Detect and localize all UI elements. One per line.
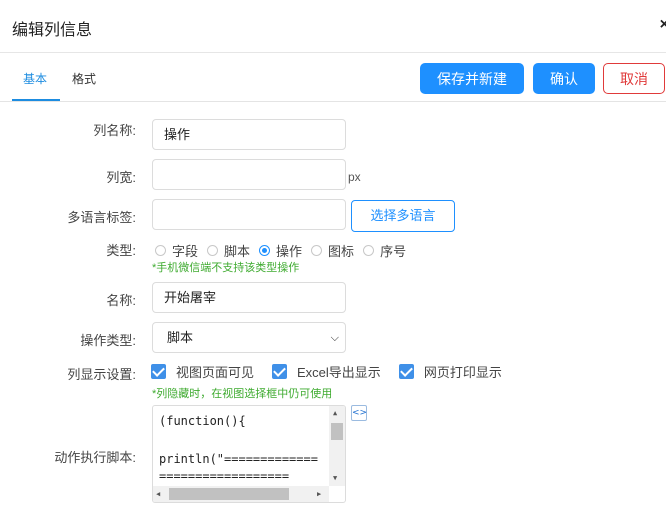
scroll-thumb[interactable] <box>331 423 343 440</box>
code-expand-icon[interactable]: <> <box>351 405 367 421</box>
scroll-down-icon[interactable]: ▼ <box>333 474 337 482</box>
checkbox-view-visible[interactable]: 视图页面可见 <box>151 362 254 381</box>
radio-icon <box>311 245 323 256</box>
scroll-thumb[interactable] <box>169 488 289 500</box>
type-hint: *手机微信端不支持该类型操作 <box>152 262 300 274</box>
script-label: 动作执行脚本: <box>54 450 136 465</box>
radio-icon <box>207 245 219 256</box>
checkbox-excel-export[interactable]: Excel导出显示 <box>272 362 381 381</box>
multilang-label: 多语言标签: <box>67 210 136 225</box>
dialog-header: 编辑列信息 × <box>0 0 666 53</box>
action-type-select[interactable]: 脚本 ⌵ <box>152 322 346 353</box>
horizontal-scrollbar[interactable]: ◀ ▶ <box>153 486 329 502</box>
script-editor[interactable]: (function(){ println("============= ====… <box>152 405 346 503</box>
name-label: 名称: <box>106 293 136 308</box>
column-width-label: 列宽: <box>106 170 136 185</box>
type-label: 类型: <box>106 243 136 258</box>
multilang-input[interactable] <box>152 199 346 230</box>
cancel-button[interactable]: 取消 <box>603 63 665 94</box>
checkbox-checked-icon <box>398 364 414 379</box>
column-width-input[interactable] <box>152 159 346 190</box>
checkbox-checked-icon <box>272 364 288 379</box>
name-input[interactable]: 开始屠宰 <box>152 282 346 313</box>
action-type-value: 脚本 <box>167 330 194 345</box>
radio-checked-icon <box>259 245 271 256</box>
scroll-up-icon[interactable]: ▲ <box>333 409 337 417</box>
scroll-right-icon[interactable]: ▶ <box>317 490 321 498</box>
tab-format[interactable]: 格式 <box>72 70 96 87</box>
dialog-title: 编辑列信息 <box>12 22 93 39</box>
chevron-down-icon: ⌵ <box>330 332 339 344</box>
active-tab-indicator <box>12 99 60 101</box>
checkbox-print-display[interactable]: 网页打印显示 <box>398 362 502 381</box>
confirm-button[interactable]: 确认 <box>533 63 595 94</box>
type-option-field[interactable]: 字段 <box>155 241 198 260</box>
close-icon[interactable]: × <box>660 16 666 34</box>
column-name-input[interactable]: 操作 <box>152 119 346 150</box>
scroll-left-icon[interactable]: ◀ <box>156 490 160 498</box>
script-line: println("============= <box>159 452 318 466</box>
type-option-action[interactable]: 操作 <box>259 241 302 260</box>
type-option-icon[interactable]: 图标 <box>311 241 354 260</box>
display-settings-label: 列显示设置: <box>67 367 136 382</box>
script-line: ================== <box>159 469 290 483</box>
type-option-serial[interactable]: 序号 <box>363 241 406 260</box>
type-option-script[interactable]: 脚本 <box>207 241 250 260</box>
checkbox-checked-icon <box>151 364 166 379</box>
tab-basic[interactable]: 基本 <box>23 70 47 87</box>
action-type-label: 操作类型: <box>80 333 136 348</box>
select-language-button[interactable]: 选择多语言 <box>351 200 455 232</box>
script-line: (function(){ <box>159 414 246 428</box>
display-checkbox-group: 视图页面可见 Excel导出显示 网页打印显示 <box>151 362 514 381</box>
save-and-new-button[interactable]: 保存并新建 <box>420 63 524 94</box>
radio-icon <box>363 245 375 256</box>
vertical-scrollbar[interactable]: ▲ ▼ <box>329 406 345 486</box>
display-hint: *列隐藏时，在视图选择框中仍可使用 <box>152 388 333 400</box>
column-name-label: 列名称: <box>93 123 136 138</box>
width-unit: px <box>348 170 361 184</box>
radio-icon <box>155 245 166 256</box>
type-radio-group: 字段 脚本 操作 图标 序号 <box>155 241 415 260</box>
